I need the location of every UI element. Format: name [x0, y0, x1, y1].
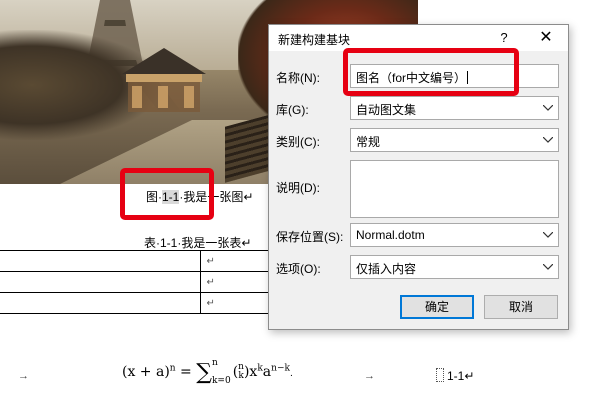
- equation-term-a-exp: n−k: [271, 363, 290, 374]
- description-textarea[interactable]: [350, 160, 559, 218]
- tab-arrow-right: →: [364, 370, 375, 382]
- table-row: ↵: [0, 250, 278, 272]
- chevron-down-icon[interactable]: [538, 224, 558, 246]
- chevron-down-icon[interactable]: [538, 97, 558, 119]
- cancel-button[interactable]: 取消: [484, 295, 558, 319]
- options-select[interactable]: 仅插入内容: [350, 255, 559, 279]
- highlight-box-name-field: [343, 48, 519, 96]
- save-in-label: 保存位置(S):: [276, 230, 344, 244]
- carousel-graphic: [122, 48, 206, 112]
- gallery-label: 库(G):: [276, 103, 309, 117]
- category-select-value: 常规: [356, 135, 381, 149]
- name-label: 名称(N):: [276, 71, 320, 85]
- chevron-down-icon[interactable]: [538, 129, 558, 151]
- dialog-title: 新建构建基块: [278, 33, 351, 47]
- equation-equals: =: [175, 364, 197, 380]
- close-button[interactable]: ✕: [533, 28, 559, 48]
- table-cell[interactable]: [0, 271, 201, 293]
- sum-symbol: ∑: [196, 360, 212, 385]
- equation-number-text: 1-1↵: [447, 369, 475, 383]
- table-cell[interactable]: [0, 250, 201, 272]
- equation-end: .: [289, 369, 293, 379]
- chevron-down-icon[interactable]: [538, 256, 558, 278]
- table-cell[interactable]: ↵: [200, 292, 278, 314]
- table-cell[interactable]: ↵: [200, 271, 278, 293]
- sum-lower-limit: k=0: [211, 376, 231, 386]
- options-select-value: 仅插入内容: [356, 262, 417, 276]
- category-select[interactable]: 常规: [350, 128, 559, 152]
- equation[interactable]: (x + a)n = ∑ n k=0(n k)xkan−k.: [122, 358, 293, 386]
- table-cell[interactable]: ↵: [200, 250, 278, 272]
- help-button[interactable]: ?: [491, 28, 517, 48]
- field-marker-icon: [436, 368, 444, 382]
- gallery-select[interactable]: 自动图文集: [350, 96, 559, 120]
- tab-arrow-left: →: [18, 370, 29, 382]
- description-label: 说明(D):: [276, 181, 320, 195]
- document-table: ↵ ↵ ↵: [0, 250, 278, 314]
- table-row: ↵: [0, 292, 278, 314]
- gallery-select-value: 自动图文集: [356, 103, 417, 117]
- options-label: 选项(O):: [276, 262, 321, 276]
- equation-lhs: (x + a): [122, 364, 170, 380]
- save-in-select-value: Normal.dotm: [356, 228, 425, 242]
- equation-term-a: a: [262, 364, 272, 380]
- category-label: 类别(C):: [276, 135, 320, 149]
- save-in-select[interactable]: Normal.dotm: [350, 223, 559, 247]
- equation-number: 1-1↵: [436, 368, 474, 383]
- highlight-box-caption: [120, 168, 214, 220]
- table-row: ↵: [0, 271, 278, 293]
- ok-button[interactable]: 确定: [400, 295, 474, 319]
- sum-upper-limit: n: [211, 358, 218, 368]
- table-caption: 表·1-1·我是一张表↵: [144, 236, 252, 250]
- table-cell[interactable]: [0, 292, 201, 314]
